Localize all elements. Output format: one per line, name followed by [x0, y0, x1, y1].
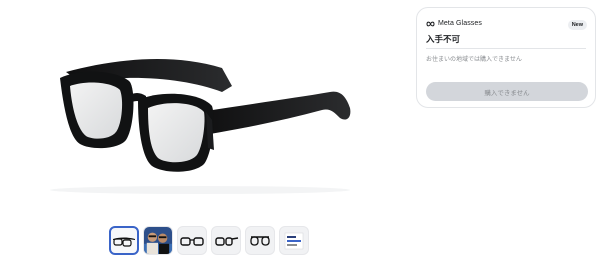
new-badge: New: [567, 20, 587, 30]
thumbnail-glasses-front[interactable]: [177, 226, 207, 255]
thumbnail-glasses-top[interactable]: [245, 226, 275, 255]
thumbnail-lifestyle[interactable]: [143, 226, 173, 255]
card-divider: [426, 48, 586, 49]
purchase-button[interactable]: 購入できません: [426, 82, 588, 101]
thumbnail-strip: [109, 226, 309, 255]
glasses-top-view-thumb: [250, 235, 270, 246]
glasses-side-view-thumb: [113, 237, 135, 247]
package-box-thumb: [284, 232, 304, 249]
thumbnail-package[interactable]: [279, 226, 309, 255]
thumbnail-glasses-side[interactable]: [109, 226, 139, 255]
product-hero-image: [0, 0, 400, 215]
glasses-image: [50, 59, 351, 194]
lifestyle-photo-thumb: [144, 227, 172, 254]
brand-name: Meta Glasses: [438, 20, 482, 27]
glasses-front-view-thumb: [180, 236, 204, 246]
meta-infinity-icon: [426, 21, 435, 26]
availability-status: 入手不可: [426, 34, 461, 44]
thumbnail-glasses-angle[interactable]: [211, 226, 241, 255]
purchase-card: Meta Glasses New 入手不可 お住まいの地域では購入できません 購…: [416, 7, 596, 108]
brand-logo: Meta Glasses: [426, 20, 482, 27]
availability-note: お住まいの地域では購入できません: [426, 57, 522, 63]
glasses-angle-view-thumb: [215, 236, 239, 246]
